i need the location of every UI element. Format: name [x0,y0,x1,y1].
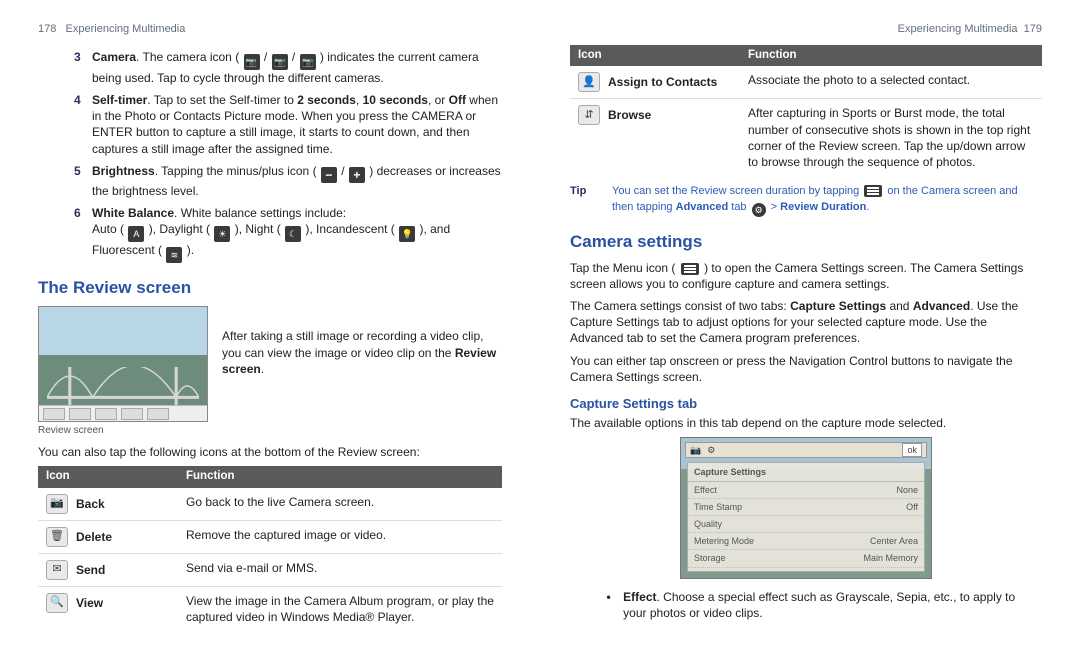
list-item-5: 5 Brightness. Tapping the minus/plus ico… [74,163,502,199]
th-function: Function [178,466,502,488]
settings-row: Time StampOff [688,499,924,516]
menu-icon [864,185,882,197]
settings-row: StorageMain Memory [688,550,924,567]
camera-settings-heading: Camera settings [570,231,1042,254]
review-row: Review screen After taking a still image… [38,306,502,438]
browse-icon: ⇵ [578,105,600,125]
auto-wb-icon: A [128,226,144,242]
camera-settings-para1: Tap the Menu icon ( ) to open the Camera… [570,260,1042,292]
camera-icon: 📷 [690,444,701,456]
th-icon: Icon [570,45,740,67]
review-follow-para: You can also tap the following icons at … [38,444,502,460]
view-icon: 🔍 [46,593,68,613]
screenshot-panel: Capture Settings EffectNoneTime StampOff… [687,462,925,572]
row-label: Assign to Contacts [608,74,717,90]
row-function: Remove the captured image or video. [178,520,502,553]
chapter-title-right: Experiencing Multimedia [898,23,1018,35]
table-row: ⇵ Browse After capturing in Sports or Burs… [570,99,1042,176]
delete-icon: 🗑 [46,527,68,547]
toolbar-icon [121,408,143,420]
running-head-left: 178 Experiencing Multimedia [38,22,502,37]
list-item-6: 6 White Balance. White balance settings … [74,205,502,263]
daylight-icon: ☀ [214,226,230,242]
night-icon: ☾ [285,226,301,242]
camera-icon: 📷 [272,54,288,70]
table-row: 🗑 Delete Remove the captured image or vide… [38,520,502,553]
th-function: Function [740,45,1042,67]
screenshot-topbar: 📷 ⚙ ok [685,442,927,458]
row-label: Send [76,562,105,578]
review-paragraph: After taking a still image or recording … [222,306,502,377]
list-item-4: 4 Self-timer. Tap to set the Self-timer … [74,92,502,157]
camera-settings-para3: You can either tap onscreen or press the… [570,353,1042,385]
capture-settings-tab-para: The available options in this tab depend… [570,415,1042,431]
camera-settings-para2: The Camera settings consist of two tabs:… [570,298,1042,347]
th-icon: Icon [38,466,178,488]
panel-title: Capture Settings [688,463,924,482]
toolbar-icon [69,408,91,420]
settings-row: Metering ModeCenter Area [688,533,924,550]
capture-settings-screenshot: 📷 ⚙ ok Capture Settings EffectNoneTime S… [680,437,932,579]
tip-row: Tip You can set the Review screen durati… [570,184,1042,217]
page-number-left: 178 [38,23,56,35]
row-label: Browse [608,107,651,123]
row-function: Go back to the live Camera screen. [178,488,502,521]
settings-row: Quality [688,516,924,533]
fluorescent-icon: ≋ [166,247,182,263]
effect-bullet: • Effect. Choose a special effect such a… [570,589,1042,621]
right-page: Experiencing Multimedia 179 Icon Functio… [540,0,1080,663]
minus-icon [321,167,337,183]
toolbar-icon [147,408,169,420]
table-row: 🔍 View View the image in the Camera Album … [38,586,502,631]
running-head-right: Experiencing Multimedia 179 [570,22,1042,37]
tip-label: Tip [570,184,598,217]
gear-icon: ⚙ [752,203,766,217]
settings-row: EffectNone [688,482,924,499]
review-screenshot [38,306,208,422]
plus-icon [349,167,365,183]
camera-icon: 📷 [244,54,260,70]
gear-icon: ⚙ [707,444,715,456]
row-function: Associate the photo to a selected contac… [740,66,1042,99]
assign-to-contacts-icon: 👤 [578,72,600,92]
chapter-title-left: Experiencing Multimedia [66,23,186,35]
toolbar-icon [43,408,65,420]
list-item-3: 3 Camera. The camera icon ( 📷 / 📷 / 📷 ) … [74,49,502,86]
row-label: Back [76,496,105,512]
left-icon-table: Icon Function 📷 Back Go back to the live C… [38,466,502,631]
table-row: ✉ Send Send via e-mail or MMS. [38,553,502,586]
camera-icon: 📷 [300,54,316,70]
bullet-dot: • [604,589,613,621]
row-label: Delete [76,529,112,545]
menu-icon [681,263,699,275]
incandescent-icon: 💡 [399,226,415,242]
toolbar-icon [95,408,117,420]
page-number-right: 179 [1024,23,1042,35]
row-function: Send via e-mail or MMS. [178,553,502,586]
capture-settings-tab-heading: Capture Settings tab [570,395,1042,413]
tip-body: You can set the Review screen duration b… [612,184,1042,217]
row-function: After capturing in Sports or Burst mode,… [740,99,1042,176]
right-icon-table: Icon Function 👤 Assign to Contacts Associa… [570,45,1042,176]
row-label: View [76,595,103,611]
review-screen-heading: The Review screen [38,277,502,300]
table-row: 👤 Assign to Contacts Associate the photo t… [570,66,1042,99]
left-page: 178 Experiencing Multimedia 3 Camera. Th… [0,0,540,663]
review-thumb-toolbar [39,405,207,421]
row-function: View the image in the Camera Album progr… [178,586,502,631]
ok-button: ok [902,443,922,457]
send-icon: ✉ [46,560,68,580]
table-row: 📷 Back Go back to the live Camera screen. [38,488,502,521]
back-icon: 📷 [46,494,68,514]
